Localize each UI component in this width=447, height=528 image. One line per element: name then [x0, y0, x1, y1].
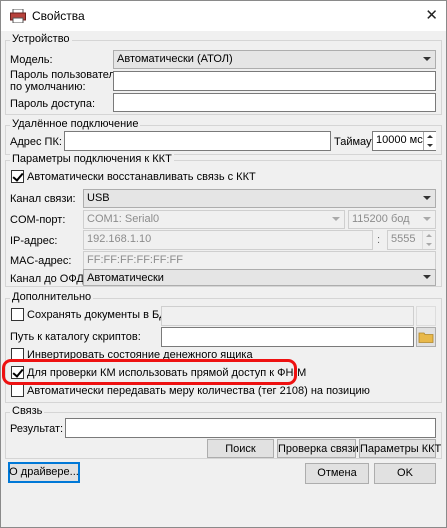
pc-address-field[interactable] — [64, 131, 331, 151]
cancel-button[interactable]: Отмена — [305, 463, 369, 484]
close-icon[interactable]: ✕ — [425, 6, 438, 24]
remote-legend: Удалённое подключение — [10, 118, 141, 130]
folder-icon — [418, 332, 434, 343]
channel-select[interactable]: USB — [83, 189, 436, 208]
spin-up-icon — [426, 234, 432, 237]
auto-reconnect-checkbox[interactable] — [11, 170, 24, 183]
scripts-path-field[interactable] — [161, 327, 414, 347]
title-bar: Свойства ✕ — [1, 1, 446, 31]
check-connection-button[interactable]: Проверка связи — [277, 439, 359, 458]
search-button[interactable]: Поиск — [207, 439, 274, 458]
window-title: Свойства — [32, 9, 85, 23]
save-docs-path-field[interactable] — [161, 306, 414, 326]
auto-measure-checkbox[interactable] — [11, 384, 24, 397]
user-password-label-2: по умолчанию: — [10, 81, 86, 93]
com-port-value: COM1: Serial0 — [87, 213, 160, 225]
ofd-value: Автоматически — [87, 272, 164, 284]
mac-field[interactable]: FF:FF:FF:FF:FF:FF — [83, 251, 436, 270]
printer-icon — [10, 9, 26, 23]
baud-value: 115200 бод — [352, 213, 410, 225]
user-password-label-1: Пароль пользователя — [10, 69, 121, 81]
timeout-spinner[interactable] — [423, 132, 436, 150]
user-password-field[interactable] — [113, 71, 436, 91]
auto-reconnect-label[interactable]: Автоматически восстанавливать связь с КК… — [27, 171, 256, 183]
channel-label: Канал связи: — [10, 193, 76, 205]
pc-address-label: Адрес ПК: — [10, 136, 62, 148]
chevron-down-icon — [423, 57, 431, 61]
chevron-down-icon — [423, 217, 431, 221]
ip-port-separator: : — [377, 234, 381, 246]
timeout-value: 10000 мс. — [376, 134, 426, 146]
baud-select[interactable]: 115200 бод — [348, 210, 436, 229]
port-value: 5555 — [391, 233, 416, 245]
chevron-down-icon — [423, 196, 431, 200]
auto-measure-label[interactable]: Автоматически передавать меру количества… — [27, 385, 370, 397]
timeout-label: Таймаут — [334, 136, 377, 148]
save-docs-checkbox[interactable] — [11, 308, 24, 321]
spin-up-icon — [427, 135, 433, 138]
ofd-select[interactable]: Автоматически — [83, 269, 436, 286]
red-highlight-annotation — [2, 359, 297, 385]
ok-button[interactable]: OK — [374, 463, 436, 484]
spin-down-icon — [427, 144, 433, 147]
model-label: Модель: — [10, 54, 53, 66]
ip-label: IP-адрес: — [10, 235, 58, 247]
result-field[interactable] — [65, 418, 436, 438]
com-port-select[interactable]: COM1: Serial0 — [83, 210, 345, 229]
channel-value: USB — [87, 192, 110, 204]
scripts-path-label: Путь к каталогу скриптов: — [10, 331, 141, 343]
about-driver-button[interactable]: О драйвере... — [8, 462, 80, 483]
scripts-browse-button[interactable] — [416, 327, 436, 347]
mac-label: MAC-адрес: — [10, 255, 72, 267]
properties-dialog: Свойства ✕ Устройство Модель: Автоматиче… — [0, 0, 447, 528]
model-select[interactable]: Автоматически (АТОЛ) — [113, 50, 436, 69]
save-docs-browse-button[interactable] — [416, 306, 436, 326]
access-password-field[interactable] — [113, 93, 436, 112]
result-label: Результат: — [10, 423, 64, 435]
save-docs-label[interactable]: Сохранять документы в БД — [27, 309, 167, 321]
ip-field[interactable]: 192.168.1.10 — [83, 230, 373, 250]
link-legend: Связь — [10, 405, 45, 417]
chevron-down-icon — [332, 217, 340, 221]
com-port-label: COM-порт: — [10, 214, 66, 226]
kkt-params-button[interactable]: Параметры ККТ — [359, 439, 441, 458]
port-spinner[interactable] — [422, 231, 435, 249]
model-value: Автоматически (АТОЛ) — [117, 53, 233, 65]
spin-down-icon — [426, 243, 432, 246]
chevron-down-icon — [423, 275, 431, 279]
extra-legend: Дополнительно — [10, 291, 94, 303]
connection-legend: Параметры подключения к ККТ — [10, 153, 174, 165]
device-legend: Устройство — [10, 33, 72, 45]
ofd-label: Канал до ОФД: — [10, 273, 87, 285]
access-password-label: Пароль доступа: — [10, 98, 96, 110]
